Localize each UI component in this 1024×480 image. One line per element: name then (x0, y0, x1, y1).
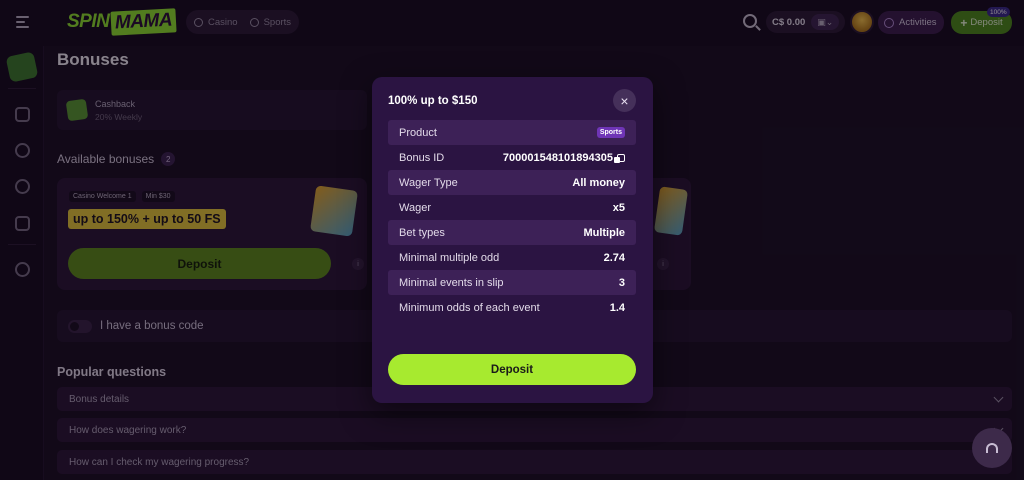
detail-value: All money (572, 176, 625, 189)
detail-value: 1.4 (609, 301, 625, 314)
detail-row-min-odds-each: Minimum odds of each event 1.4 (388, 295, 636, 320)
detail-row-wager: Wager x5 (388, 195, 636, 220)
bonus-details-table: Product Sports Bonus ID 7000015481018943… (388, 120, 636, 320)
close-button[interactable]: × (613, 89, 636, 112)
detail-row-min-multiple-odd: Minimal multiple odd 2.74 (388, 245, 636, 270)
detail-row-min-events: Minimal events in slip 3 (388, 270, 636, 295)
detail-label: Product (399, 126, 437, 139)
headset-icon (986, 443, 998, 453)
close-icon: × (620, 92, 629, 109)
detail-label: Wager Type (399, 176, 458, 189)
detail-label: Minimum odds of each event (399, 301, 540, 314)
detail-value: 2.74 (603, 251, 625, 264)
detail-row-product: Product Sports (388, 120, 636, 145)
detail-row-bet-types: Bet types Multiple (388, 220, 636, 245)
detail-label: Bonus ID (399, 151, 445, 164)
support-chat-button[interactable] (972, 428, 1012, 468)
detail-row-bonus-id: Bonus ID 700001548101894305 (388, 145, 636, 170)
modal-deposit-button[interactable]: Deposit (388, 354, 636, 385)
detail-label: Wager (399, 201, 431, 214)
detail-value: Multiple (583, 226, 625, 239)
detail-value: x5 (612, 201, 625, 214)
detail-label: Bet types (399, 226, 445, 239)
bonus-id-value: 700001548101894305 (502, 151, 613, 164)
detail-row-wager-type: Wager Type All money (388, 170, 636, 195)
modal-title: 100% up to $150 (388, 95, 478, 107)
product-badge: Sports (596, 127, 625, 138)
detail-label: Minimal events in slip (399, 276, 504, 289)
copy-icon[interactable] (614, 153, 625, 163)
detail-value: 3 (618, 276, 625, 289)
detail-label: Minimal multiple odd (399, 251, 500, 264)
bonus-details-modal: 100% up to $150 × Product Sports Bonus I… (372, 77, 653, 403)
